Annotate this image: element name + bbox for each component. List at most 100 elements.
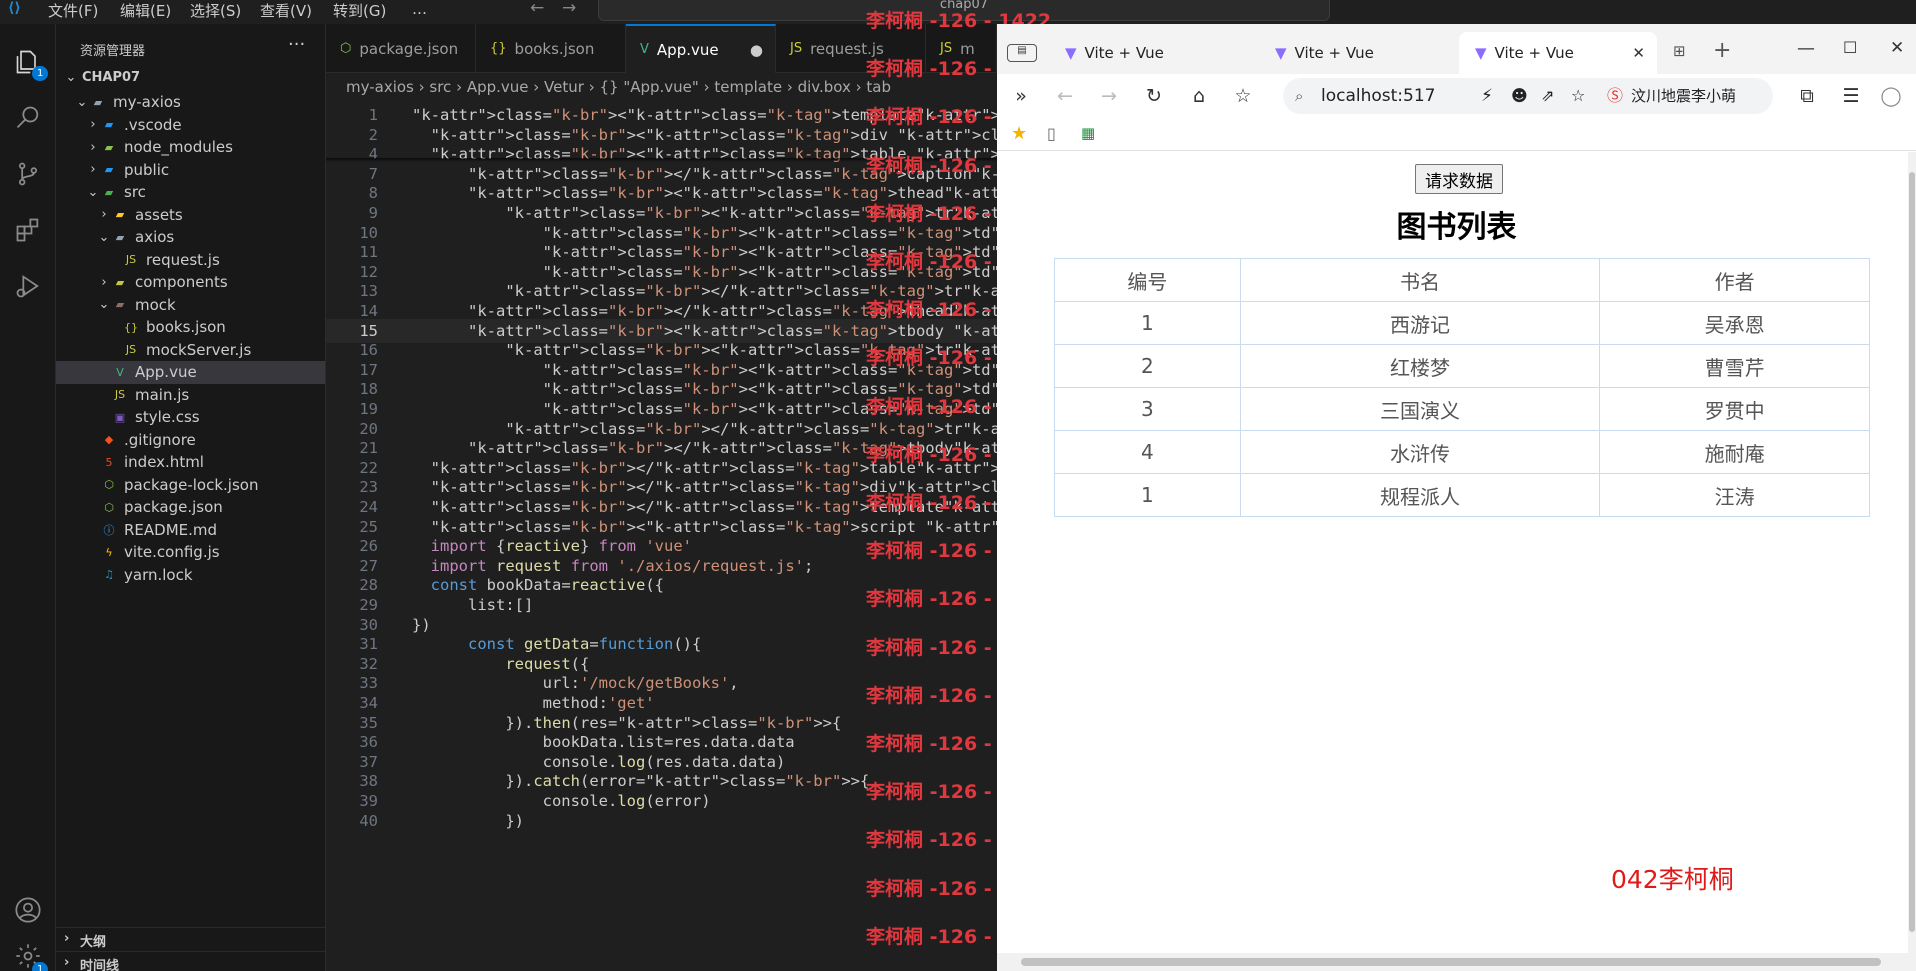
tree-item[interactable]: ⌄ ▰ src [56, 181, 325, 204]
search-icon[interactable] [0, 94, 56, 142]
chevron-right-icon: › [90, 117, 96, 133]
tree-item[interactable]: › ▰ node_modules [56, 136, 325, 159]
tree-item[interactable]: ♫ yarn.lock [56, 564, 325, 587]
share-icon[interactable]: ⇗ [1541, 78, 1554, 114]
extensions-icon[interactable] [0, 206, 56, 254]
tree-item[interactable]: ▣ style.css [56, 406, 325, 429]
search-suggestion[interactable]: 汶川地震李小萌 [1631, 78, 1736, 114]
tab-package-json[interactable]: ⬡ package.json [326, 24, 476, 73]
tree-item-label: node_modules [124, 138, 233, 157]
tab-books-json[interactable]: {} books.json [476, 24, 626, 73]
maximize-icon[interactable]: ☐ [1843, 38, 1857, 57]
settings-badge: 1 [32, 962, 49, 971]
menu-icon[interactable]: ☰ [1837, 82, 1865, 110]
minimize-icon[interactable]: — [1797, 38, 1815, 59]
explorer-icon[interactable]: 1 [0, 38, 56, 86]
menu-go[interactable]: 转到(G) [333, 0, 386, 21]
tree-item[interactable]: ⬡ package.json [56, 496, 325, 519]
bolt-icon[interactable]: ⚡ [1481, 78, 1493, 114]
back-arrow-icon[interactable]: ← [530, 0, 544, 18]
more-actions-icon[interactable]: ··· [288, 34, 305, 55]
tree-item[interactable]: 5 index.html [56, 451, 325, 474]
back-icon[interactable]: ← [1051, 82, 1079, 110]
tree-item[interactable]: ⌄ ▰ axios [56, 226, 325, 249]
menu-file[interactable]: 文件(F) [48, 0, 98, 21]
tree-item[interactable]: V App.vue [56, 361, 325, 384]
request-data-button[interactable]: 请求数据 [1415, 164, 1503, 194]
browser-tab-3[interactable]: ▼ Vite + Vue ✕ [1459, 32, 1657, 74]
explorer-sidebar: 资源管理器 ··· ⌄ CHAP07 ⌄ ▰ my-axios › ▰ .vscode › ▰… [56, 24, 326, 971]
star-bookmark-icon[interactable]: ★ [1011, 123, 1027, 144]
profile-avatar-icon[interactable]: ◯ [1877, 82, 1905, 110]
tree-item[interactable]: › ▰ .vscode [56, 114, 325, 137]
menu-view[interactable]: 查看(V) [260, 0, 312, 21]
browser-tab-1[interactable]: ▼ Vite + Vue [1049, 32, 1249, 74]
bookmark-star-icon[interactable]: ☆ [1229, 82, 1257, 110]
table-header-cell: 作者 [1599, 258, 1870, 302]
address-bar[interactable]: ⌕ localhost:517 ⚡ ☻ ⇗ ☆ Ⓢ 汶川地震李小萌 [1283, 78, 1773, 114]
close-tab-icon[interactable]: ✕ [1632, 44, 1645, 62]
home-icon[interactable]: ⌂ [1185, 82, 1213, 110]
tree-item[interactable]: JS mockServer.js [56, 339, 325, 362]
sidebar-toggle-icon[interactable]: » [1007, 82, 1035, 110]
mobile-bookmark-icon[interactable]: ▯ [1047, 124, 1056, 143]
table-cell: 汪涛 [1599, 473, 1870, 517]
tree-item-label: mock [135, 295, 176, 314]
close-window-icon[interactable]: ✕ [1890, 38, 1904, 58]
menu-more[interactable]: … [412, 0, 427, 18]
chevron-right-icon: › [90, 162, 96, 178]
browser-tab-2[interactable]: ▼ Vite + Vue [1259, 32, 1459, 74]
tree-item[interactable]: ◆ .gitignore [56, 429, 325, 452]
git-file-icon: ◆ [104, 433, 114, 447]
url-text: localhost:517 [1321, 86, 1436, 106]
menu-edit[interactable]: 编辑(E) [120, 0, 171, 21]
extensions-puzzle-icon[interactable]: ⧉ [1793, 82, 1821, 110]
tree-item-label: books.json [146, 318, 226, 337]
table-row: 1 规程派人 汪涛 [1054, 473, 1870, 517]
forward-arrow-icon[interactable]: → [562, 0, 576, 18]
vertical-scrollbar[interactable] [1908, 152, 1916, 971]
new-tab-icon[interactable]: + [1713, 38, 1731, 63]
timeline-section[interactable]: › 时间线 [56, 951, 325, 971]
activity-bar: 1 1 [0, 24, 56, 971]
components-folder-icon: ▰ [115, 275, 125, 289]
horizontal-scrollbar[interactable] [997, 953, 1908, 971]
tree-item[interactable]: ⬡ package-lock.json [56, 474, 325, 497]
tree-item-label: request.js [146, 250, 220, 269]
favorite-add-icon[interactable]: ☆ [1571, 78, 1585, 114]
tree-item[interactable]: {} books.json [56, 316, 325, 339]
tree-item[interactable]: ⓘ README.md [56, 519, 325, 542]
sheets-bookmark-icon[interactable]: ▦ [1081, 124, 1095, 142]
reload-icon[interactable]: ↻ [1140, 82, 1168, 110]
tab-app-vue[interactable]: V App.vue ● [626, 24, 776, 73]
page-viewport: 请求数据 图书列表 编号 书名 作者 1 西游记 吴承恩 2 红楼梦 曹雪芹 3 三国演义 罗贯中 4 水… [997, 152, 1916, 971]
tree-item[interactable]: ⌄ ▰ mock [56, 294, 325, 317]
tree-root-chap07[interactable]: ⌄ CHAP07 [56, 64, 325, 91]
tree-item[interactable]: › ▰ public [56, 159, 325, 182]
tree-item[interactable]: › ▰ assets [56, 204, 325, 227]
tree-item[interactable]: ϟ vite.config.js [56, 541, 325, 564]
tree-item-label: mockServer.js [146, 340, 252, 359]
table-cell: 3 [1054, 387, 1241, 431]
table-cell: 罗贯中 [1599, 387, 1870, 431]
search-engine-icon[interactable]: Ⓢ [1607, 78, 1623, 114]
run-debug-icon[interactable] [0, 262, 56, 310]
tree-item[interactable]: JS request.js [56, 249, 325, 272]
tree-item[interactable]: › ▰ components [56, 271, 325, 294]
tree-item-label: main.js [135, 385, 190, 404]
tree-item-label: .vscode [124, 115, 182, 134]
settings-gear-icon[interactable]: 1 [0, 932, 56, 971]
tab-groups-icon[interactable]: ⊞ [1673, 42, 1686, 60]
source-control-icon[interactable] [0, 150, 56, 198]
tree-item[interactable]: ⌄ ▰ my-axios [56, 91, 325, 114]
outline-section[interactable]: › 大纲 [56, 927, 325, 951]
extension-face-icon[interactable]: ☻ [1511, 78, 1528, 114]
account-icon[interactable] [0, 886, 56, 934]
vite-logo-icon: ▼ [1275, 44, 1287, 62]
forward-icon[interactable]: → [1095, 82, 1123, 110]
chevron-down-icon: ⌄ [98, 297, 110, 313]
title-bar: ⟨⟩ 文件(F) 编辑(E) 选择(S) 查看(V) 转到(G) … ← → c… [0, 0, 1330, 24]
tree-item[interactable]: JS main.js [56, 384, 325, 407]
menu-selection[interactable]: 选择(S) [190, 0, 241, 21]
tab-sidebar-icon[interactable]: ▤ [1007, 44, 1037, 62]
